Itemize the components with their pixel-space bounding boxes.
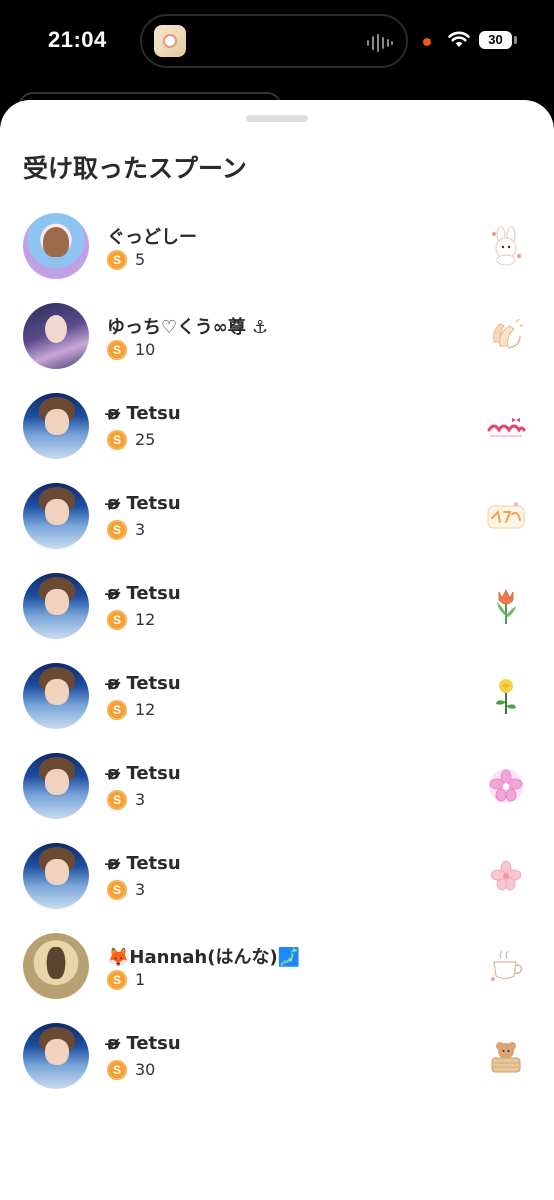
list-item[interactable]: ʚ̴̶̷̷ Tetsu S 12 bbox=[0, 663, 554, 753]
avatar[interactable] bbox=[23, 393, 89, 459]
list-item[interactable]: ʚ̴̶̷̷ Tetsu S 3 bbox=[0, 753, 554, 843]
battery-icon: 30 bbox=[479, 31, 512, 49]
spoon-coin-icon: S bbox=[107, 430, 127, 450]
spoon-list: ぐっどしー S 5 ゆっち♡くう∞尊 ⚓ S 10 ʚ̴̶̷̷ Tetsu S … bbox=[0, 213, 554, 1113]
amount-value: 30 bbox=[135, 1060, 156, 1079]
avatar[interactable] bbox=[23, 843, 89, 909]
spoon-coin-icon: S bbox=[107, 970, 127, 990]
avatar[interactable] bbox=[23, 483, 89, 549]
teacup-sticker-icon bbox=[491, 950, 523, 981]
tulip-sticker-icon bbox=[497, 589, 516, 624]
avatar[interactable] bbox=[23, 663, 89, 729]
sheet-title: 受け取ったスプーン bbox=[23, 154, 247, 183]
spoon-coin-icon: S bbox=[107, 1060, 127, 1080]
spoon-coin-icon: S bbox=[107, 250, 127, 270]
app-icon bbox=[154, 25, 186, 57]
spoon-coin-icon: S bbox=[107, 340, 127, 360]
avatar[interactable] bbox=[23, 213, 89, 279]
dynamic-island[interactable] bbox=[140, 14, 408, 68]
spoon-coin-icon: S bbox=[107, 700, 127, 720]
list-item[interactable]: ʚ̴̶̷̷ Tetsu S 3 bbox=[0, 483, 554, 573]
spoon-coin-icon: S bbox=[107, 790, 127, 810]
avatar[interactable] bbox=[23, 1023, 89, 1089]
kawaii-katakana-sticker-icon bbox=[487, 502, 525, 529]
list-item[interactable]: ʚ̴̶̷̷ Tetsu S 25 bbox=[0, 393, 554, 483]
battery-tip bbox=[514, 36, 517, 44]
avatar[interactable] bbox=[23, 573, 89, 639]
sakura-glow-sticker-icon bbox=[489, 769, 523, 803]
sheet-grabber[interactable] bbox=[246, 115, 308, 122]
amount-value: 12 bbox=[135, 610, 156, 629]
rose-sticker-icon bbox=[496, 679, 516, 714]
amount-value: 12 bbox=[135, 700, 156, 719]
spoon-coin-icon: S bbox=[107, 520, 127, 540]
user-name: ʚ̴̶̷̷ Tetsu bbox=[107, 763, 181, 784]
amount-value: 25 bbox=[135, 430, 156, 449]
status-time: 21:04 bbox=[48, 27, 107, 52]
user-name: ʚ̴̶̷̷ Tetsu bbox=[107, 583, 181, 604]
amount-value: 3 bbox=[135, 520, 146, 539]
user-name: ʚ̴̶̷̷ Tetsu bbox=[107, 403, 181, 424]
avatar[interactable] bbox=[23, 753, 89, 819]
amount-value: 10 bbox=[135, 340, 156, 359]
audio-wave-icon bbox=[367, 34, 393, 52]
user-name: ʚ̴̶̷̷ Tetsu bbox=[107, 1033, 181, 1054]
user-name: ʚ̴̶̷̷ Tetsu bbox=[107, 673, 181, 694]
list-item[interactable]: 🦊Hannah(はんな)🗾 S 1 bbox=[0, 933, 554, 1023]
amount-value: 3 bbox=[135, 880, 146, 899]
user-name: ʚ̴̶̷̷ Tetsu bbox=[107, 853, 181, 874]
list-item[interactable]: ゆっち♡くう∞尊 ⚓ S 10 bbox=[0, 303, 554, 393]
recording-dot-icon bbox=[423, 38, 431, 46]
amount-value: 5 bbox=[135, 250, 146, 269]
amount-value: 1 bbox=[135, 970, 146, 989]
user-name: ぐっどしー bbox=[107, 227, 197, 248]
user-name: 🦊Hannah(はんな)🗾 bbox=[107, 947, 301, 968]
avatar[interactable] bbox=[23, 933, 89, 999]
avatar[interactable] bbox=[23, 303, 89, 369]
wifi-icon bbox=[448, 31, 470, 47]
bunny-sticker-icon bbox=[492, 226, 521, 266]
poodle-basket-sticker-icon bbox=[491, 1042, 521, 1073]
list-item[interactable]: ぐっどしー S 5 bbox=[0, 213, 554, 303]
spoon-coin-icon: S bbox=[107, 880, 127, 900]
spoon-coin-icon: S bbox=[107, 610, 127, 630]
user-name: ʚ̴̶̷̷ Tetsu bbox=[107, 493, 181, 514]
list-item[interactable]: ʚ̴̶̷̷ Tetsu S 12 bbox=[0, 573, 554, 663]
list-item[interactable]: ʚ̴̶̷̷ Tetsu S 30 bbox=[0, 1023, 554, 1113]
received-spoons-sheet: 受け取ったスプーン ぐっどしー S 5 ゆっち♡くう∞尊 ⚓ S 10 ʚ̴̶̷… bbox=[0, 100, 554, 1200]
kawaii-text-sticker-icon bbox=[487, 418, 526, 437]
amount-value: 3 bbox=[135, 790, 146, 809]
clapping-hands-sticker-icon bbox=[493, 318, 524, 349]
sakura-sticker-icon bbox=[490, 860, 522, 891]
list-item[interactable]: ʚ̴̶̷̷ Tetsu S 3 bbox=[0, 843, 554, 933]
user-name: ゆっち♡くう∞尊 ⚓ bbox=[107, 317, 269, 338]
status-bar: 21:04 30 bbox=[0, 0, 554, 122]
